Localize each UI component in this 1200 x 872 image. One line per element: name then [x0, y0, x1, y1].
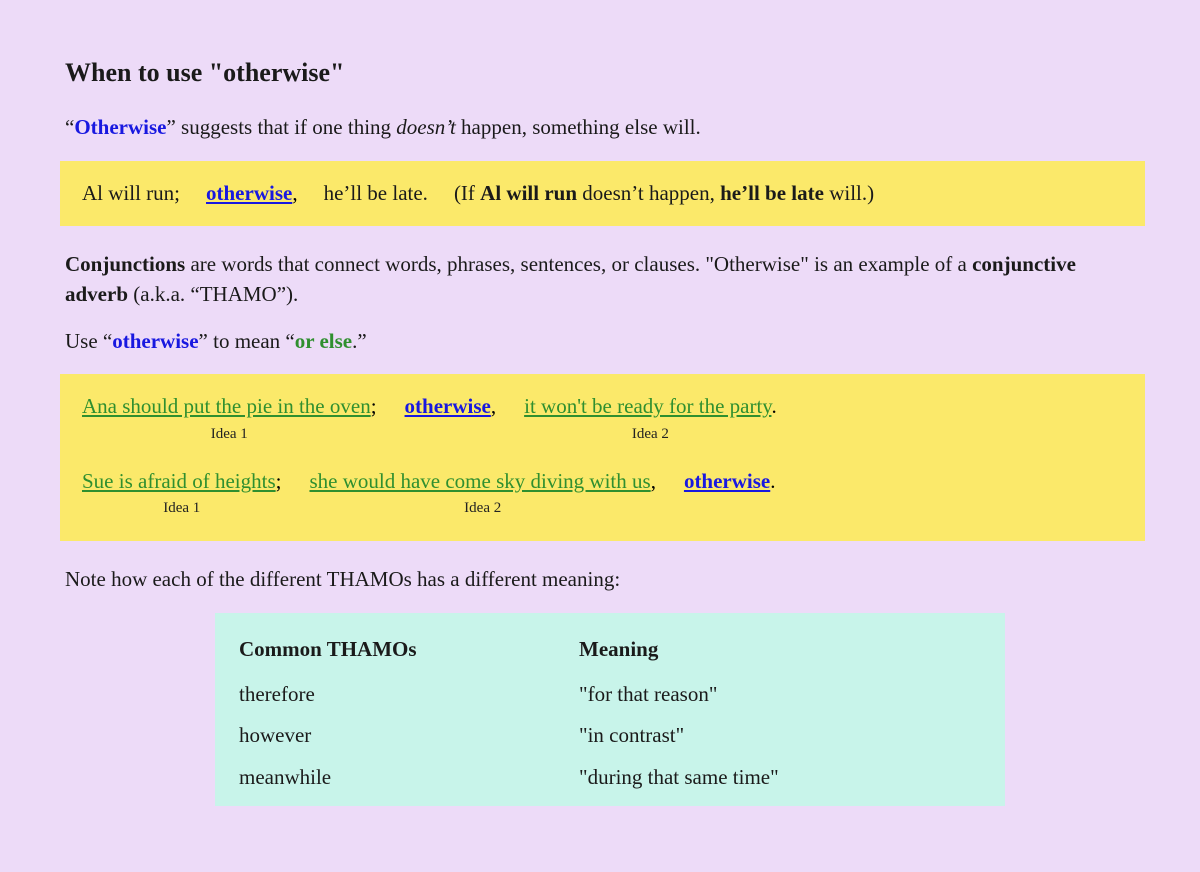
clause-1: Al will run;	[82, 179, 180, 208]
semicolon: ;	[276, 469, 282, 493]
cell-thamo: however	[239, 721, 579, 750]
lead-text: ” suggests that if one thing	[166, 115, 396, 139]
thamo-table: Common THAMOs Meaning therefore "for tha…	[215, 613, 1005, 807]
idea-2-label: Idea 2	[464, 498, 501, 519]
idea-2-text: it won't be ready for the party	[524, 394, 771, 418]
def-text: are words that connect words, phrases, s…	[185, 252, 972, 276]
parenthetical-explanation: (If Al will run doesn’t happen, he’ll be…	[454, 179, 874, 208]
keyword-otherwise-2: otherwise	[112, 329, 198, 353]
idea-2-wrap: it won't be ready for the party.	[524, 392, 777, 421]
period: .	[770, 469, 775, 493]
idea-1-wrap: Ana should put the pie in the oven;	[82, 392, 377, 421]
idea-2-segment: she would have come sky diving with us, …	[309, 467, 655, 519]
conj-segment: otherwise,	[405, 392, 497, 421]
comma: ,	[491, 394, 496, 418]
period: .	[771, 394, 776, 418]
note-paragraph: Note how each of the different THAMOs ha…	[65, 565, 1140, 594]
idea-2-text: she would have come sky diving with us	[309, 469, 650, 493]
cell-thamo: meanwhile	[239, 763, 579, 792]
lesson-page: When to use "otherwise" “Otherwise” sugg…	[0, 0, 1200, 806]
paren-text-3: will.)	[824, 181, 874, 205]
table-row: therefore "for that reason"	[239, 674, 981, 715]
paren-text: (If	[454, 181, 480, 205]
example-box-2: Ana should put the pie in the oven; Idea…	[60, 374, 1145, 541]
idea-1-segment: Sue is afraid of heights; Idea 1	[82, 467, 281, 519]
table-row: however "in contrast"	[239, 715, 981, 756]
idea-1-text: Ana should put the pie in the oven	[82, 394, 371, 418]
cell-meaning: "in contrast"	[579, 721, 981, 750]
use-text-2: ” to mean “	[199, 329, 295, 353]
lead-paragraph: “Otherwise” suggests that if one thing d…	[65, 113, 1140, 142]
idea-2-label: Idea 2	[632, 424, 669, 445]
paren-bold-2: he’ll be late	[720, 181, 824, 205]
idea-1-label: Idea 1	[163, 498, 200, 519]
cell-meaning: "for that reason"	[579, 680, 981, 709]
example-box-1: Al will run; otherwise, he’ll be late. (…	[60, 161, 1145, 226]
use-text-1: Use “	[65, 329, 112, 353]
table-header-row: Common THAMOs Meaning	[239, 629, 981, 674]
table-row: meanwhile "during that same time"	[239, 757, 981, 798]
semicolon: ;	[371, 394, 377, 418]
example-row-2b: Sue is afraid of heights; Idea 1 she wou…	[82, 467, 1123, 519]
cell-meaning: "during that same time"	[579, 763, 981, 792]
col-header-1: Common THAMOs	[239, 635, 579, 664]
conj-word: otherwise	[206, 181, 292, 205]
idea-2-segment: it won't be ready for the party. Idea 2	[524, 392, 777, 444]
idea-1-text: Sue is afraid of heights	[82, 469, 276, 493]
def-text-2: (a.k.a. “THAMO”).	[128, 282, 298, 306]
idea-2-wrap: she would have come sky diving with us,	[309, 467, 655, 496]
conjunction-otherwise: otherwise,	[206, 179, 298, 208]
paren-bold-1: Al will run	[480, 181, 577, 205]
conj-segment: otherwise.	[684, 467, 776, 496]
idea-1-segment: Ana should put the pie in the oven; Idea…	[82, 392, 377, 444]
definition-paragraph: Conjunctions are words that connect word…	[65, 250, 1140, 309]
comma: ,	[651, 469, 656, 493]
page-title: When to use "otherwise"	[65, 55, 1140, 91]
comma: ,	[292, 181, 297, 205]
idea-1-wrap: Sue is afraid of heights;	[82, 467, 281, 496]
term-conjunctions: Conjunctions	[65, 252, 185, 276]
lead-text-2: happen, something else will.	[456, 115, 701, 139]
col-header-2: Meaning	[579, 635, 981, 664]
usage-paragraph: Use “otherwise” to mean “or else.”	[65, 327, 1140, 356]
quote-open: “	[65, 115, 74, 139]
clause-2: he’ll be late.	[324, 179, 428, 208]
use-text-3: .”	[352, 329, 367, 353]
example-row-1: Al will run; otherwise, he’ll be late. (…	[82, 179, 1123, 208]
conj-word: otherwise	[405, 394, 491, 418]
idea-1-label: Idea 1	[211, 424, 248, 445]
keyword-or-else: or else	[295, 329, 352, 353]
lead-emphasis: doesn’t	[396, 115, 456, 139]
conj-word: otherwise	[684, 469, 770, 493]
example-row-2a: Ana should put the pie in the oven; Idea…	[82, 392, 1123, 444]
cell-thamo: therefore	[239, 680, 579, 709]
paren-text-2: doesn’t happen,	[577, 181, 720, 205]
keyword-otherwise: Otherwise	[74, 115, 166, 139]
